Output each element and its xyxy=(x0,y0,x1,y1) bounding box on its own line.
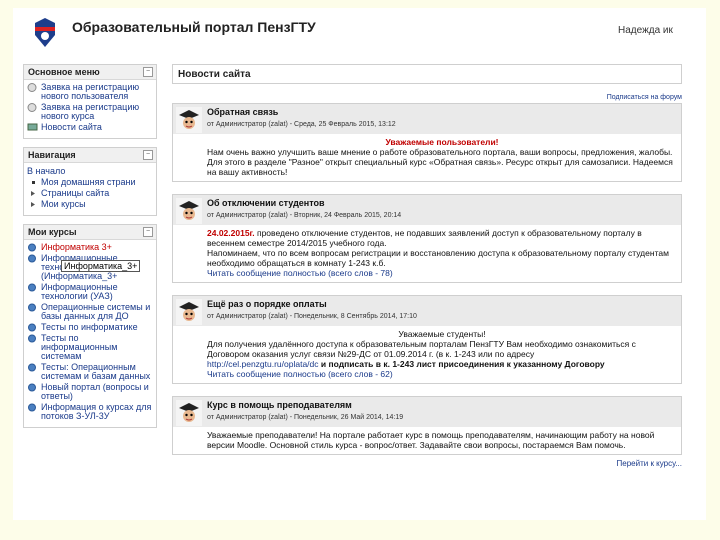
course-item[interactable]: Информационные технологии (УАЗ) xyxy=(27,283,154,301)
nav-item-site-pages[interactable]: Страницы сайта xyxy=(27,189,154,198)
expand-arrow-icon xyxy=(31,191,35,196)
document-icon xyxy=(27,103,37,112)
course-icon xyxy=(28,283,36,292)
course-label: Операционные системы и базы данных для Д… xyxy=(41,302,151,321)
course-icon xyxy=(28,243,36,252)
course-label: Информация о курсах для потоков З-УЛ-3У xyxy=(41,402,152,421)
avatar-icon xyxy=(176,400,202,426)
avatar-icon xyxy=(176,198,202,224)
post-text: Нам очень важно улучшить ваше мнение о р… xyxy=(207,147,673,177)
course-icon xyxy=(28,323,36,332)
avatar-icon xyxy=(176,107,202,133)
menu-item-label: Заявка на регистрацию нового курса xyxy=(41,102,140,121)
navigation-block: Навигация − В начало Моя домашняя страни… xyxy=(23,147,157,216)
user-menu-link[interactable]: Надежда ик xyxy=(618,25,673,36)
course-item[interactable]: Операционные системы и базы данных для Д… xyxy=(27,303,154,321)
post-meta: от Администратор (zalat) - Вторник, 24 Ф… xyxy=(207,212,402,219)
course-label: Тесты по информационным системам xyxy=(41,333,118,361)
page-title: Новости сайта xyxy=(178,69,251,80)
site-title[interactable]: Образовательный портал ПензГТУ xyxy=(72,19,316,35)
collapse-icon[interactable]: − xyxy=(143,227,153,237)
browser-page: Образовательный портал ПензГТУ Надежда и… xyxy=(13,8,706,520)
post-heading: Уважаемые студенты! xyxy=(398,329,486,339)
menu-item-label: Заявка на регистрацию нового пользовател… xyxy=(41,82,140,101)
payment-link[interactable]: http://cel.penzgtu.ru/oplata/dc xyxy=(207,359,319,369)
course-tooltip: Информатика_3+ xyxy=(61,260,141,272)
course-icon xyxy=(28,254,36,263)
menu-item-label: Новости сайта xyxy=(41,122,102,132)
course-label: Информатика 3+ xyxy=(41,242,112,252)
post-subject[interactable]: Курс в помощь преподавателям xyxy=(207,400,352,410)
subscribe-link[interactable]: Подписаться на форум xyxy=(172,94,682,101)
left-sidebar: Основное меню − Заявка на регистрацию но… xyxy=(23,64,157,436)
course-label: Информационные технологии (УАЗ) xyxy=(41,282,118,301)
post-text: http://cel.penzgtu.ru/oplata/dc и подпис… xyxy=(207,359,605,369)
main-content: Новости сайта Подписаться на форум Обрат… xyxy=(172,64,682,468)
course-icon xyxy=(28,334,36,343)
nav-item-label: Моя домашняя страни xyxy=(41,177,136,187)
collapse-icon[interactable]: − xyxy=(143,150,153,160)
forum-icon xyxy=(27,123,38,131)
course-icon xyxy=(28,403,36,412)
news-post: Обратная связь от Администратор (zalat) … xyxy=(172,103,682,182)
avatar-icon xyxy=(176,299,202,325)
post-subject[interactable]: Об отключении студентов xyxy=(207,198,325,208)
course-item[interactable]: Тесты по информационным системам xyxy=(27,334,154,361)
nav-item-label: Мои курсы xyxy=(41,199,86,209)
read-more-link[interactable]: Читать сообщение полностью (всего слов -… xyxy=(207,268,677,278)
site-header: Образовательный портал ПензГТУ Надежда и… xyxy=(13,8,706,60)
block-title: Основное меню xyxy=(28,67,100,77)
course-item[interactable]: Тесты по информатике xyxy=(27,323,154,332)
more-link[interactable]: Перейти к курсу... xyxy=(172,459,682,468)
post-subject[interactable]: Ещё раз о порядке оплаты xyxy=(207,299,327,309)
post-text: 24.02.2015г. проведено отключение студен… xyxy=(207,228,642,248)
read-more-link[interactable]: Читать сообщение полностью (всего слов -… xyxy=(207,369,677,379)
course-icon xyxy=(28,383,36,392)
course-label: Тесты: Операционным системам и базам дан… xyxy=(41,362,151,381)
post-text: Напоминаем, что по всем вопросам регистр… xyxy=(207,248,669,268)
nav-home-link[interactable]: В начало xyxy=(27,166,154,176)
post-meta: от Администратор (zalat) - Среда, 25 Фев… xyxy=(207,121,396,128)
post-subject[interactable]: Обратная связь xyxy=(207,107,278,117)
post-meta: от Администратор (zalat) - Понедельник, … xyxy=(207,414,404,421)
course-item[interactable]: Информатика 3+ xyxy=(27,243,154,252)
collapse-icon[interactable]: − xyxy=(143,67,153,77)
expand-arrow-icon xyxy=(31,202,35,207)
nav-item-label: Страницы сайта xyxy=(41,188,110,198)
block-title: Мои курсы xyxy=(28,227,77,237)
document-icon xyxy=(27,83,37,92)
course-icon xyxy=(28,303,36,312)
main-menu-item-news[interactable]: Новости сайта xyxy=(27,123,154,132)
nav-item-dashboard[interactable]: Моя домашняя страни xyxy=(27,178,154,187)
block-title: Навигация xyxy=(28,150,76,160)
main-menu-item-register-user[interactable]: Заявка на регистрацию нового пользовател… xyxy=(27,83,154,101)
post-text: Для получения удалённого доступа к образ… xyxy=(207,339,636,359)
post-heading: Уважаемые пользователи! xyxy=(385,137,499,147)
post-date: 24.02.2015г. xyxy=(207,228,255,238)
post-text: Уважаемые преподаватели! На портале рабо… xyxy=(207,430,655,450)
news-post: Об отключении студентов от Администратор… xyxy=(172,194,682,283)
nav-item-my-courses[interactable]: Мои курсы xyxy=(27,200,154,209)
main-menu-block: Основное меню − Заявка на регистрацию но… xyxy=(23,64,157,139)
course-label: Новый портал (вопросы и ответы) xyxy=(41,382,149,401)
main-menu-item-register-course[interactable]: Заявка на регистрацию нового курса xyxy=(27,103,154,121)
course-label: Тесты по информатике xyxy=(41,322,138,332)
bullet-icon xyxy=(32,181,35,184)
my-courses-block: Мои курсы − Информатика 3+ Информационные… xyxy=(23,224,157,428)
slide-frame: Образовательный портал ПензГТУ Надежда и… xyxy=(0,0,720,540)
post-meta: от Администратор (zalat) - Понедельник, … xyxy=(207,313,417,320)
news-post: Ещё раз о порядке оплаты от Администрато… xyxy=(172,295,682,384)
course-item[interactable]: Информация о курсах для потоков З-УЛ-3У xyxy=(27,403,154,421)
university-logo-icon xyxy=(35,18,55,47)
course-item[interactable]: Новый портал (вопросы и ответы) xyxy=(27,383,154,401)
news-header: Новости сайта xyxy=(172,64,682,84)
course-icon xyxy=(28,363,36,372)
course-item[interactable]: Тесты: Операционным системам и базам дан… xyxy=(27,363,154,381)
news-post: Курс в помощь преподавателям от Админист… xyxy=(172,396,682,455)
